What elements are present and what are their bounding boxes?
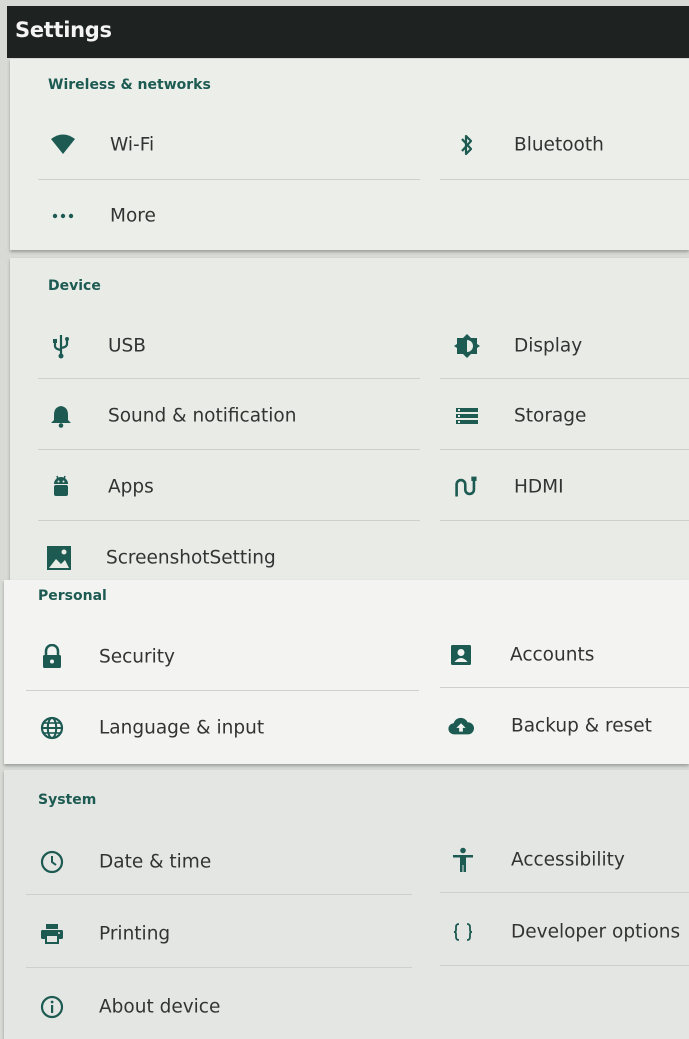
divider [26, 967, 412, 968]
settings-item-label: ScreenshotSetting [106, 547, 276, 569]
settings-item-accessibility[interactable]: Accessibility [450, 830, 685, 890]
settings-item-label: Date & time [99, 851, 212, 873]
settings-item-label: USB [108, 335, 146, 357]
settings-item-more[interactable]: More [50, 186, 420, 246]
account-icon [448, 642, 474, 668]
settings-item-label: Accessibility [511, 849, 625, 871]
app-bar: Settings [7, 6, 689, 58]
settings-item-label: Storage [514, 405, 587, 427]
settings-item-label: Wi-Fi [110, 134, 155, 156]
section-title-personal: Personal [38, 588, 107, 604]
bell-icon [48, 403, 74, 429]
screenshot-icon [46, 545, 72, 571]
printer-icon [39, 921, 65, 947]
section-personal: Personal Security Accounts Language & in… [4, 580, 689, 764]
divider [38, 520, 420, 521]
clock-icon [39, 849, 65, 875]
divider [440, 520, 689, 521]
section-title-wireless: Wireless & networks [48, 77, 211, 93]
wifi-icon [50, 132, 76, 158]
settings-item-screenshot-setting[interactable]: ScreenshotSetting [46, 528, 416, 580]
page-title: Settings [15, 18, 112, 42]
divider [26, 894, 412, 895]
settings-item-label: Language & input [99, 717, 265, 739]
settings-item-label: Developer options [511, 921, 681, 943]
settings-item-hdmi[interactable]: HDMI [454, 457, 684, 517]
settings-item-label: Display [514, 335, 583, 357]
settings-item-label: Security [99, 646, 175, 668]
settings-item-backup-reset[interactable]: Backup & reset [448, 696, 683, 756]
globe-icon [39, 715, 65, 741]
settings-item-apps[interactable]: Apps [48, 457, 418, 517]
hdmi-icon [454, 474, 480, 500]
settings-item-date-time[interactable]: Date & time [39, 832, 414, 892]
settings-item-label: Printing [99, 923, 171, 945]
divider [38, 179, 420, 180]
info-icon [39, 994, 65, 1020]
settings-item-label: More [110, 205, 156, 227]
storage-icon [454, 403, 480, 429]
divider [440, 892, 689, 893]
section-device: Device USB Display Sound & notification … [10, 258, 689, 580]
settings-item-bluetooth[interactable]: Bluetooth [454, 115, 684, 175]
settings-item-label: Bluetooth [514, 134, 604, 156]
settings-item-label: Sound & notification [108, 405, 297, 427]
divider [440, 449, 689, 450]
braces-icon [450, 919, 476, 945]
section-wireless-networks: Wireless & networks Wi-Fi Bluetooth More [10, 59, 689, 250]
section-system: System Date & time Accessibility Printin… [4, 770, 689, 1039]
divider [38, 449, 420, 450]
divider [440, 179, 689, 180]
settings-item-sound-notification[interactable]: Sound & notification [48, 386, 418, 446]
accessibility-icon [450, 847, 476, 873]
settings-item-label: Accounts [510, 644, 595, 666]
settings-item-wifi[interactable]: Wi-Fi [50, 115, 420, 175]
lock-icon [39, 644, 65, 670]
section-title-device: Device [48, 278, 101, 294]
display-icon [454, 333, 480, 359]
settings-item-storage[interactable]: Storage [454, 386, 684, 446]
more-icon [50, 203, 76, 229]
settings-item-label: Apps [108, 476, 154, 498]
divider [26, 690, 419, 691]
settings-item-label: HDMI [514, 476, 564, 498]
section-title-system: System [38, 792, 97, 808]
divider [440, 965, 689, 966]
divider [38, 378, 420, 379]
android-icon [48, 474, 74, 500]
cloud-upload-icon [448, 713, 474, 739]
usb-icon [48, 333, 74, 359]
settings-item-security[interactable]: Security [39, 627, 414, 687]
divider [440, 687, 689, 688]
settings-item-label: About device [99, 996, 221, 1018]
settings-item-about-device[interactable]: About device [39, 977, 414, 1037]
settings-item-usb[interactable]: USB [48, 316, 418, 376]
settings-item-language-input[interactable]: Language & input [39, 698, 414, 758]
settings-item-display[interactable]: Display [454, 316, 684, 376]
settings-item-label: Backup & reset [511, 715, 652, 737]
divider [440, 378, 689, 379]
bluetooth-icon [454, 132, 480, 158]
settings-item-accounts[interactable]: Accounts [448, 625, 683, 685]
settings-item-developer-options[interactable]: Developer options [450, 902, 685, 962]
settings-item-printing[interactable]: Printing [39, 904, 414, 964]
